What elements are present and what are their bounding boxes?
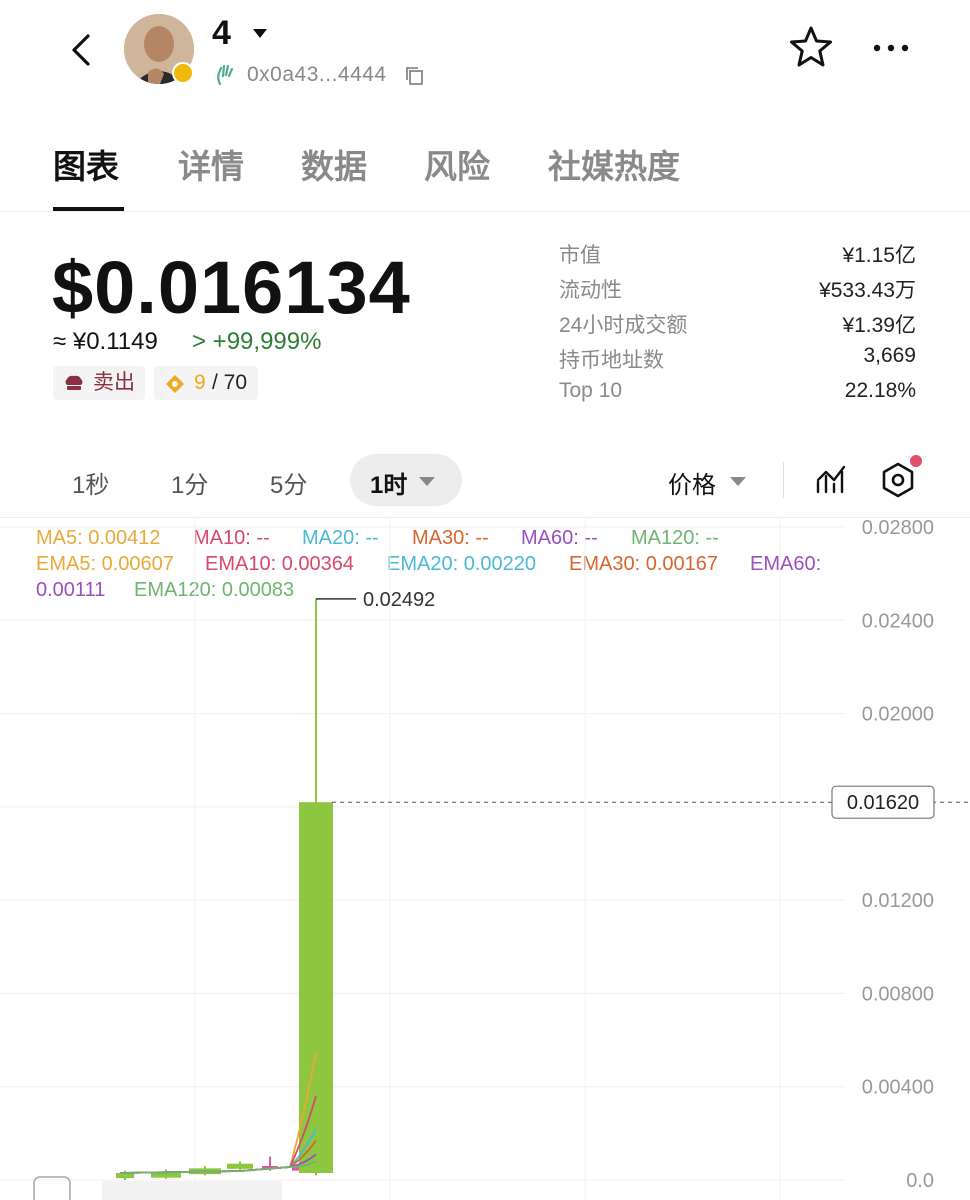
star-icon[interactable] <box>786 24 836 72</box>
y-tick-label: 0.02800 <box>862 517 934 539</box>
back-arrow-icon[interactable] <box>62 28 102 72</box>
indicator-icon[interactable] <box>815 462 849 498</box>
price-usd: $0.016134 <box>52 246 411 329</box>
dropdown-caret-icon[interactable] <box>253 29 267 38</box>
tab-divider <box>0 211 970 212</box>
stat-value-liquidity: ¥533.43万 <box>819 279 916 302</box>
token-name[interactable]: 4 <box>212 14 231 53</box>
chef-hat-icon <box>65 375 83 390</box>
interval-1s[interactable]: 1秒 <box>72 465 109 500</box>
stat-value-top10: 22.18% <box>844 379 916 402</box>
stat-value-holders: 3,669 <box>863 344 916 367</box>
price-change: > +99,999% <box>192 328 322 355</box>
y-tick-label: 0.02400 <box>862 610 934 632</box>
interval-5m[interactable]: 5分 <box>270 465 307 500</box>
price-mode-select[interactable]: 价格 <box>668 465 716 500</box>
hand-icon <box>217 64 234 86</box>
ma-line <box>119 1128 317 1174</box>
stat-value-market-cap: ¥1.15亿 <box>842 244 916 267</box>
stat-label-market-cap: 市值 <box>559 244 601 267</box>
copy-icon[interactable] <box>404 66 426 86</box>
contract-address: 0x0a43...4444 <box>247 63 387 86</box>
toolbar-divider <box>783 462 784 498</box>
score-icon <box>166 375 184 393</box>
stat-label-holders: 持币地址数 <box>559 349 664 372</box>
current-price-label: 0.01620 <box>847 792 919 814</box>
stat-value-volume-24h: ¥1.39亿 <box>842 314 916 337</box>
tab-data[interactable]: 数据 <box>301 140 367 188</box>
bnb-badge-icon <box>172 62 194 84</box>
tab-chart[interactable]: 图表 <box>53 140 119 188</box>
tab-details[interactable]: 详情 <box>178 140 244 188</box>
ma-line <box>119 1051 317 1174</box>
sell-label: 卖出 <box>93 371 135 394</box>
y-tick-label: 0.00800 <box>862 983 934 1005</box>
sell-tag[interactable]: 卖出 <box>53 366 145 400</box>
tab-social[interactable]: 社媒热度 <box>548 140 680 188</box>
audit-score[interactable]: 9 / 70 <box>154 366 258 400</box>
price-chart[interactable]: 0.028000.024000.020000.016000.012000.008… <box>0 517 970 1200</box>
stat-label-liquidity: 流动性 <box>559 279 622 302</box>
candle-body <box>227 1163 253 1169</box>
interval-1m[interactable]: 1分 <box>171 465 208 500</box>
y-tick-label: 0.01200 <box>862 890 934 912</box>
more-icon[interactable] <box>866 36 916 60</box>
y-tick-label: 0.00400 <box>862 1077 934 1099</box>
stat-label-volume-24h: 24小时成交额 <box>559 314 688 337</box>
notification-dot <box>910 455 922 467</box>
score-value: 9 <box>194 371 206 394</box>
y-tick-label: 0.0 <box>906 1170 934 1192</box>
high-price-label: 0.02492 <box>363 589 435 611</box>
chevron-down-icon[interactable] <box>419 477 435 486</box>
interval-1h[interactable]: 1时 <box>370 465 407 500</box>
score-total: / 70 <box>212 371 248 394</box>
ma-line <box>119 1095 317 1174</box>
candle-body <box>299 802 333 1174</box>
ma-line <box>119 1160 317 1174</box>
price-cny: ≈ ¥0.1149 <box>53 328 158 355</box>
chart-toolbar-strip <box>102 1181 282 1200</box>
tab-risk[interactable]: 风险 <box>424 140 490 188</box>
y-tick-label: 0.02000 <box>862 704 934 726</box>
stat-label-top10: Top 10 <box>559 379 623 402</box>
chevron-down-icon[interactable] <box>730 477 746 486</box>
